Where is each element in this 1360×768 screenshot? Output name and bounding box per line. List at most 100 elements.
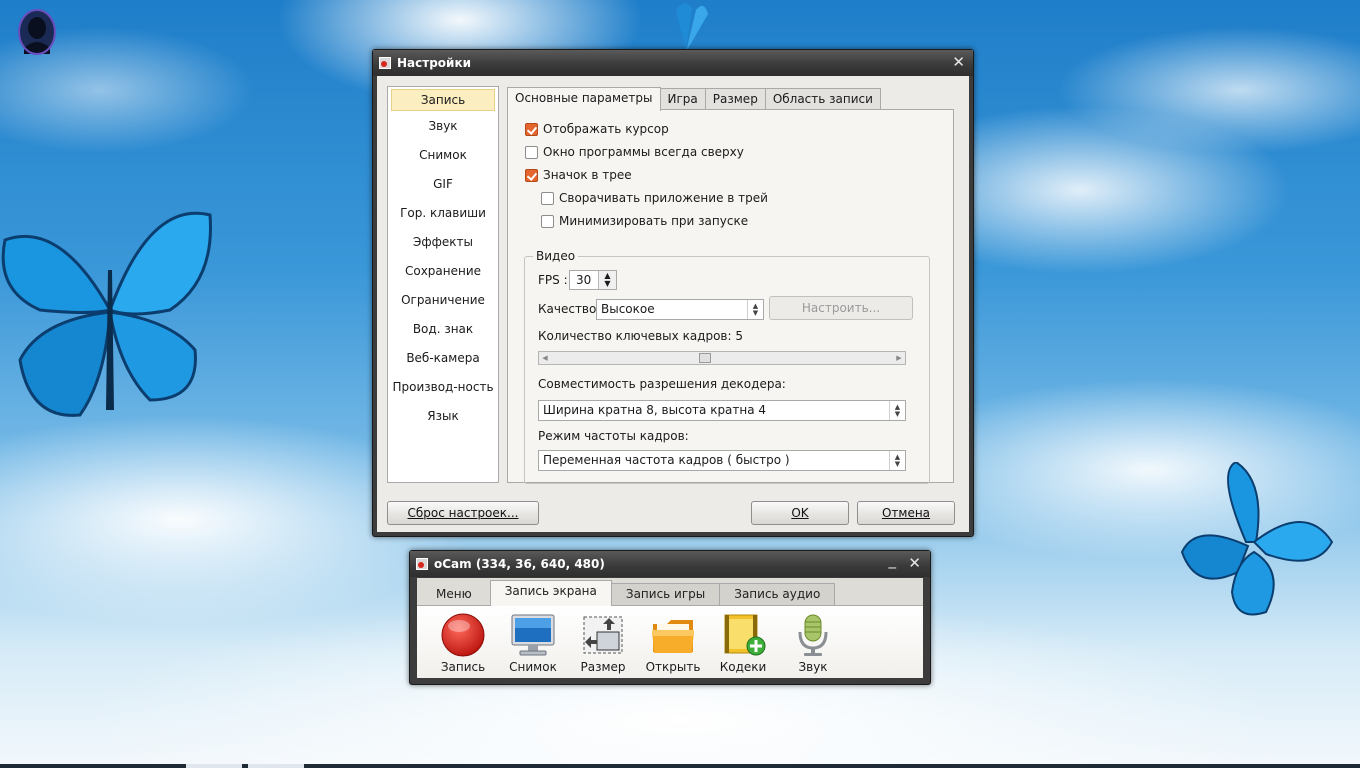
microphone-icon bbox=[798, 614, 828, 656]
snapshot-button[interactable]: Снимок bbox=[501, 612, 565, 674]
quality-label: Качество: bbox=[538, 302, 601, 316]
record-label: Запись bbox=[440, 660, 486, 674]
tab-menu[interactable]: Меню bbox=[417, 583, 491, 606]
ocam-toolbar: Запись Снимок Размер Открыть Кодеки Звук bbox=[417, 605, 923, 678]
sidebar-item-snapshot[interactable]: Снимок bbox=[391, 145, 495, 172]
tray-icon-option[interactable]: Значок в трее bbox=[525, 168, 632, 182]
framerate-mode-value: Переменная частота кадров ( быстро ) bbox=[543, 453, 790, 467]
tray-icon-checkbox[interactable] bbox=[525, 168, 538, 182]
tab-size[interactable]: Размер bbox=[704, 88, 766, 110]
tab-general[interactable]: Основные параметры bbox=[507, 87, 661, 111]
resize-icon bbox=[583, 616, 623, 654]
quality-value: Высокое bbox=[601, 302, 655, 316]
tab-game[interactable]: Игра bbox=[659, 88, 706, 110]
fps-label: FPS : bbox=[538, 273, 568, 287]
always-on-top-option[interactable]: Окно программы всегда сверху bbox=[525, 145, 744, 159]
settings-title-bar[interactable]: Настройки ✕ bbox=[373, 50, 973, 76]
sidebar-item-hotkeys[interactable]: Гор. клавиши bbox=[391, 203, 495, 230]
resize-button[interactable]: Размер bbox=[571, 612, 635, 674]
configure-button[interactable]: Настроить... bbox=[769, 296, 913, 320]
tab-audio-record[interactable]: Запись аудио bbox=[719, 583, 836, 606]
chevron-updown-icon[interactable]: ▲ ▼ bbox=[889, 401, 905, 420]
tab-record-area[interactable]: Область записи bbox=[764, 88, 881, 110]
close-icon[interactable]: ✕ bbox=[908, 555, 921, 571]
video-group: Видео FPS : 30 ▲ ▼ Качество: Высокое ▲ ▼ Н… bbox=[524, 249, 930, 484]
always-on-top-checkbox[interactable] bbox=[525, 145, 538, 159]
ocam-body: Меню Запись экрана Запись игры Запись ау… bbox=[417, 578, 923, 678]
codecs-button[interactable]: Кодеки bbox=[711, 612, 775, 674]
decoder-value: Ширина кратна 8, высота кратна 4 bbox=[543, 403, 767, 417]
reset-settings-button[interactable]: Сброс настроек... bbox=[387, 501, 539, 525]
spinner-arrows-icon[interactable]: ▲ ▼ bbox=[598, 271, 616, 289]
open-label: Открыть bbox=[645, 660, 701, 674]
minimize-on-start-checkbox[interactable] bbox=[541, 214, 554, 228]
cancel-button[interactable]: Отмена bbox=[857, 501, 955, 525]
chevron-updown-icon[interactable]: ▲ ▼ bbox=[889, 451, 905, 470]
minimize-icon[interactable]: _ bbox=[889, 552, 897, 568]
show-cursor-checkbox[interactable] bbox=[525, 122, 538, 136]
sidebar-item-limit[interactable]: Ограничение bbox=[391, 290, 495, 317]
folder-icon bbox=[652, 620, 694, 653]
sidebar-item-language[interactable]: Язык bbox=[391, 406, 495, 433]
slider-left-arrow-icon[interactable]: ◀ bbox=[539, 352, 551, 364]
settings-title: Настройки bbox=[397, 56, 472, 70]
settings-category-list: Запись Звук Снимок GIF Гор. клавиши Эффе… bbox=[387, 86, 499, 483]
minimize-on-start-label: Минимизировать при запуске bbox=[559, 214, 749, 228]
record-button[interactable]: Запись bbox=[431, 612, 495, 674]
butterfly-decoration-icon bbox=[0, 210, 220, 430]
open-button[interactable]: Открыть bbox=[641, 612, 705, 674]
sidebar-item-record[interactable]: Запись bbox=[391, 89, 495, 111]
show-cursor-label: Отображать курсор bbox=[543, 122, 669, 136]
fps-spinner[interactable]: 30 ▲ ▼ bbox=[569, 270, 617, 290]
cancel-label: Отмена bbox=[881, 506, 931, 520]
codecs-label: Кодеки bbox=[719, 660, 767, 674]
reset-settings-label: Сброс настроек... bbox=[407, 506, 519, 520]
minimize-to-tray-label: Сворачивать приложение в трей bbox=[559, 191, 768, 205]
general-tab-panel: Отображать курсор Окно программы всегда … bbox=[507, 109, 954, 484]
sidebar-item-webcam[interactable]: Веб-камера bbox=[391, 348, 495, 375]
ok-label: OK bbox=[791, 506, 809, 520]
sidebar-item-saving[interactable]: Сохранение bbox=[391, 261, 495, 288]
butterfly-decoration-icon bbox=[656, 0, 716, 53]
tab-game-record[interactable]: Запись игры bbox=[610, 583, 721, 606]
ocam-tabs: Меню Запись экрана Запись игры Запись ау… bbox=[417, 580, 836, 606]
ok-button[interactable]: OK bbox=[751, 501, 849, 525]
quality-select[interactable]: Высокое ▲ ▼ bbox=[596, 299, 764, 320]
video-group-label: Видео bbox=[533, 249, 579, 263]
minimize-to-tray-option[interactable]: Сворачивать приложение в трей bbox=[541, 191, 768, 205]
ocam-app-icon bbox=[416, 558, 428, 570]
framerate-mode-select[interactable]: Переменная частота кадров ( быстро ) ▲ ▼ bbox=[538, 450, 906, 471]
ocam-title-bar[interactable]: oCam (334, 36, 640, 480) _ ✕ bbox=[410, 551, 930, 577]
settings-body: Запись Звук Снимок GIF Гор. клавиши Эффе… bbox=[377, 76, 969, 532]
tab-screen-record[interactable]: Запись экрана bbox=[489, 580, 612, 606]
settings-tabs: Основные параметры Игра Размер Область з… bbox=[507, 87, 881, 111]
sidebar-item-gif[interactable]: GIF bbox=[391, 174, 495, 201]
sidebar-item-watermark[interactable]: Вод. знак bbox=[391, 319, 495, 346]
minimize-to-tray-checkbox[interactable] bbox=[541, 191, 554, 205]
keyframes-label: Количество ключевых кадров: 5 bbox=[538, 329, 743, 343]
record-icon bbox=[441, 613, 485, 657]
framerate-mode-label: Режим частоты кадров: bbox=[538, 429, 689, 443]
minimize-on-start-option[interactable]: Минимизировать при запуске bbox=[541, 214, 748, 228]
tray-icon-label: Значок в трее bbox=[543, 168, 632, 182]
keyframes-slider[interactable]: ◀ ▶ bbox=[538, 351, 906, 365]
desktop-avatar-icon[interactable] bbox=[16, 8, 58, 56]
taskbar-button[interactable] bbox=[186, 764, 242, 768]
sidebar-item-sound[interactable]: Звук bbox=[391, 116, 495, 143]
sidebar-item-performance[interactable]: Производ-ность bbox=[391, 377, 495, 404]
close-icon[interactable]: ✕ bbox=[952, 54, 965, 70]
snapshot-label: Снимок bbox=[509, 660, 557, 674]
sidebar-item-effects[interactable]: Эффекты bbox=[391, 232, 495, 259]
ocam-title: oCam (334, 36, 640, 480) bbox=[434, 557, 605, 571]
taskbar-button[interactable] bbox=[248, 764, 304, 768]
sound-button[interactable]: Звук bbox=[781, 612, 845, 674]
slider-thumb[interactable] bbox=[699, 353, 711, 363]
resize-label: Размер bbox=[580, 660, 626, 674]
show-cursor-option[interactable]: Отображать курсор bbox=[525, 122, 669, 136]
slider-right-arrow-icon[interactable]: ▶ bbox=[893, 352, 905, 364]
always-on-top-label: Окно программы всегда сверху bbox=[543, 145, 744, 159]
chevron-updown-icon[interactable]: ▲ ▼ bbox=[747, 300, 763, 319]
decoder-label: Совместимость разрешения декодера: bbox=[538, 377, 786, 391]
decoder-select[interactable]: Ширина кратна 8, высота кратна 4 ▲ ▼ bbox=[538, 400, 906, 421]
settings-window: Настройки ✕ Запись Звук Снимок GIF Гор. … bbox=[372, 49, 974, 537]
